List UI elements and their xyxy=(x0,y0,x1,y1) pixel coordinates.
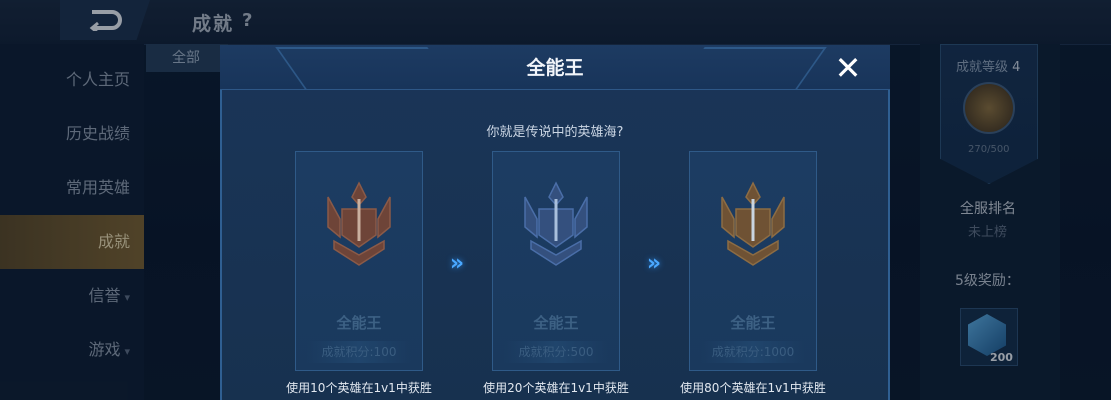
modal-title: 全能王 xyxy=(526,57,584,79)
card-points: 成就积分:1000 xyxy=(701,341,805,363)
header-decoration xyxy=(275,47,457,89)
card-name: 全能王 xyxy=(336,314,382,332)
card-points: 成就积分:100 xyxy=(307,341,411,363)
card-name: 全能王 xyxy=(730,314,776,332)
trident-emblem-icon xyxy=(327,181,391,266)
trident-emblem-icon xyxy=(524,181,588,266)
card-description: 使用20个英雄在1v1中获胜 xyxy=(483,381,629,395)
card-description: 使用80个英雄在1v1中获胜 xyxy=(680,381,826,395)
modal-subtitle: 你就是传说中的英雄海? xyxy=(486,125,624,140)
double-chevron-right-icon: » xyxy=(646,251,662,276)
card-description: 使用10个英雄在1v1中获胜 xyxy=(286,381,432,395)
card-name: 全能王 xyxy=(533,314,579,332)
card-points: 成就积分:500 xyxy=(504,341,608,363)
trident-emblem-icon xyxy=(721,181,785,266)
double-chevron-right-icon: » xyxy=(449,251,465,276)
close-icon[interactable]: ✕ xyxy=(832,52,864,84)
